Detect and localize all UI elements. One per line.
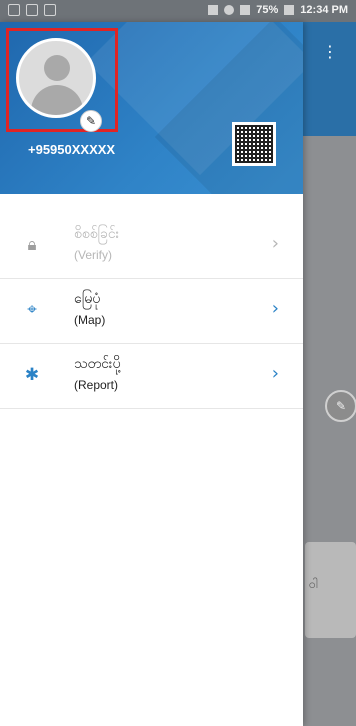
qr-code-icon[interactable] [232,122,276,166]
battery-percent: 75% [256,4,279,16]
navigation-drawer: ✎ +95950XXXXX 🔒︎ စိစစ်ခြင်း (Verify) › ⌖… [0,22,303,726]
drawer-menu: 🔒︎ စိစစ်ခြင်း (Verify) › ⌖ မြေပုံ (Map) … [0,214,303,409]
menu-item-subtitle: (Verify) [74,248,113,262]
background-card-text: ဝါ [309,577,318,591]
phone-number: +95950XXXXX [28,142,116,157]
edit-avatar-button[interactable]: ✎ [80,110,102,132]
status-bar: 75% 12:34 PM [0,0,356,22]
status-indicators: 75% 12:34 PM [208,4,348,16]
profile-avatar[interactable] [16,38,96,118]
chevron-right-icon: › [271,298,279,319]
battery-icon [284,5,295,15]
lock-icon: 🔒︎ [27,235,37,255]
menu-item-title: သတင်းပို့ [74,356,121,372]
chevron-right-icon: › [271,233,279,254]
download-icon [26,4,38,16]
person-icon-body [31,85,83,115]
chevron-right-icon: › [271,363,279,384]
menu-item-verify[interactable]: 🔒︎ စိစစ်ခြင်း (Verify) › [0,214,303,279]
menu-item-map[interactable]: ⌖ မြေပုံ (Map) › [0,279,303,344]
menu-item-subtitle: (Report) [74,378,119,392]
menu-item-report[interactable]: ✱ သတင်းပို့ (Report) › [0,344,303,409]
bug-icon: ✱ [24,365,40,385]
status-notifications [8,4,56,16]
notification-icon [8,4,20,16]
menu-item-title: စိစစ်ခြင်း [74,226,120,242]
background-card[interactable]: ဝါ [305,542,356,638]
clock: 12:34 PM [300,4,348,16]
signal-icon [240,5,251,15]
pencil-icon: ✎ [85,114,97,128]
drawer-header: ✎ +95950XXXXX [0,22,303,194]
background-app-screen[interactable]: ⋮ ✎ ဝါ [303,22,356,726]
menu-item-subtitle: (Map) [74,313,106,327]
person-icon-head [44,55,70,81]
location-icon [224,5,235,15]
menu-item-title: မြေပုံ [74,291,101,307]
overflow-menu-icon[interactable]: ⋮ [322,42,338,61]
location-target-icon: ⌖ [27,300,37,320]
video-icon [44,4,56,16]
gallery-icon [208,5,219,15]
compass-icon[interactable]: ✎ [325,390,356,422]
background-app-toolbar: ⋮ [303,22,356,136]
